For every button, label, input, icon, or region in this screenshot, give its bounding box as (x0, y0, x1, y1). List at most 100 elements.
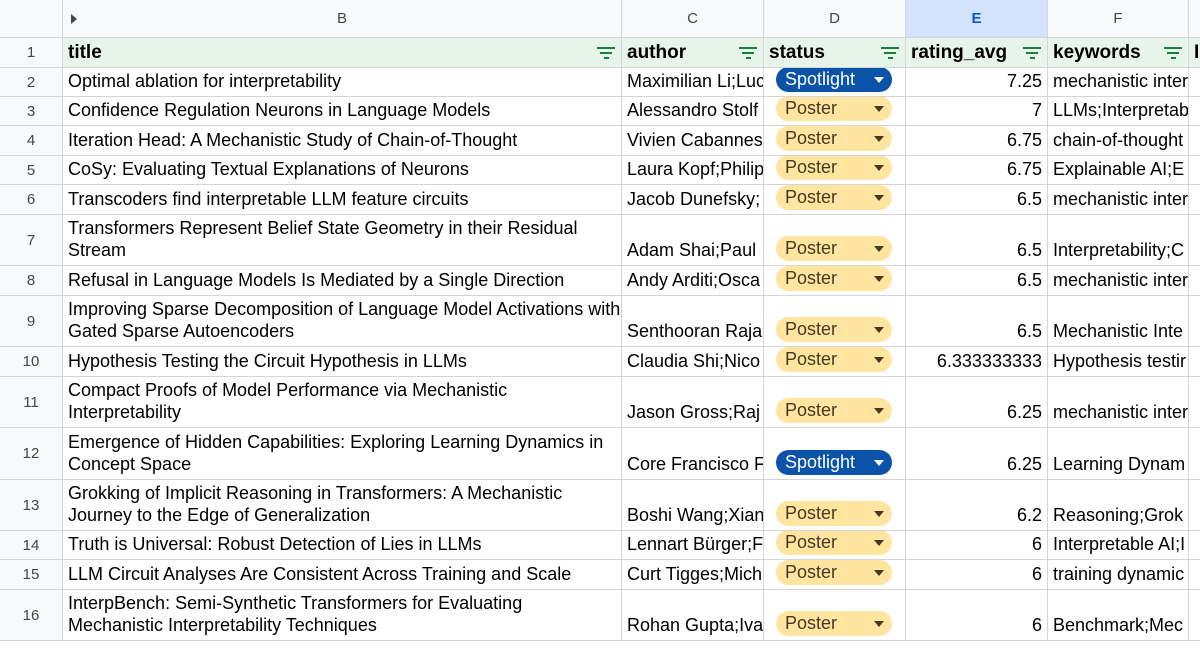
cell-next[interactable] (1189, 428, 1200, 480)
row-header-4[interactable]: 4 (0, 126, 63, 156)
cell-keywords[interactable]: mechanistic inter (1048, 377, 1189, 428)
row-header-10[interactable]: 10 (0, 347, 63, 377)
cell-rating[interactable]: 7.25 (906, 68, 1048, 97)
cell-author[interactable]: Jason Gross;Raj (622, 377, 764, 428)
status-chip[interactable]: Poster (776, 126, 892, 151)
header-cell-status[interactable]: status (764, 38, 906, 68)
cell-title[interactable]: Optimal ablation for interpretability (63, 68, 622, 97)
cell-status[interactable]: Poster (764, 590, 906, 641)
cell-keywords[interactable]: Learning Dynam (1048, 428, 1189, 480)
cell-title[interactable]: Improving Sparse Decomposition of Langua… (63, 296, 622, 347)
row-header-11[interactable]: 11 (0, 377, 63, 428)
row-header-16[interactable]: 16 (0, 590, 63, 641)
cell-title[interactable]: Confidence Regulation Neurons in Languag… (63, 97, 622, 126)
cell-title[interactable]: Grokking of Implicit Reasoning in Transf… (63, 480, 622, 531)
header-cell-keywords[interactable]: keywords (1048, 38, 1189, 68)
status-chip[interactable]: Poster (776, 347, 892, 372)
cell-author[interactable]: Adam Shai;Paul (622, 215, 764, 266)
header-cell-author[interactable]: author (622, 38, 764, 68)
status-chip[interactable]: Poster (776, 560, 892, 585)
cell-author[interactable]: Jacob Dunefsky; (622, 185, 764, 215)
cell-next[interactable] (1189, 347, 1200, 377)
cell-keywords[interactable]: mechanistic inter (1048, 266, 1189, 296)
status-chip[interactable]: Poster (776, 501, 892, 526)
filter-icon[interactable] (597, 46, 615, 59)
cell-author[interactable]: Senthooran Raja (622, 296, 764, 347)
row-header-3[interactable]: 3 (0, 97, 63, 126)
cell-status[interactable]: Poster (764, 266, 906, 296)
cell-keywords[interactable]: Reasoning;Grok (1048, 480, 1189, 531)
cell-rating[interactable]: 6.75 (906, 156, 1048, 185)
cell-title[interactable]: Iteration Head: A Mechanistic Study of C… (63, 126, 622, 156)
cell-next[interactable] (1189, 480, 1200, 531)
cell-author[interactable]: Core Francisco F (622, 428, 764, 480)
cell-author[interactable]: Laura Kopf;Philip (622, 156, 764, 185)
cell-title[interactable]: Truth is Universal: Robust Detection of … (63, 531, 622, 560)
cell-keywords[interactable]: Interpretability;C (1048, 215, 1189, 266)
filter-icon[interactable] (881, 46, 899, 59)
cell-keywords[interactable]: mechanistic interp (1048, 68, 1189, 97)
cell-next[interactable] (1189, 590, 1200, 641)
status-chip[interactable]: Poster (776, 266, 892, 291)
status-chip[interactable]: Poster (776, 398, 892, 423)
cell-author[interactable]: Vivien Cabannes (622, 126, 764, 156)
status-chip[interactable]: Poster (776, 236, 892, 261)
row-header-1[interactable]: 1 (0, 38, 63, 68)
status-chip[interactable]: Spotlight (776, 68, 892, 92)
column-header-f[interactable]: F (1048, 0, 1189, 38)
cell-status[interactable]: Poster (764, 560, 906, 590)
select-all-corner[interactable] (0, 0, 63, 38)
column-header-b[interactable]: B (63, 0, 622, 38)
header-cell-rating[interactable]: rating_avg (906, 38, 1048, 68)
cell-keywords[interactable]: training dynamic (1048, 560, 1189, 590)
cell-author[interactable]: Boshi Wang;Xian (622, 480, 764, 531)
cell-status[interactable]: Poster (764, 347, 906, 377)
cell-title[interactable]: Compact Proofs of Model Performance via … (63, 377, 622, 428)
cell-title[interactable]: Refusal in Language Models Is Mediated b… (63, 266, 622, 296)
cell-next[interactable] (1189, 215, 1200, 266)
cell-title[interactable]: InterpBench: Semi-Synthetic Transformers… (63, 590, 622, 641)
cell-status[interactable]: Poster (764, 531, 906, 560)
cell-author[interactable]: Andy Arditi;Osca (622, 266, 764, 296)
row-header-2[interactable]: 2 (0, 68, 63, 97)
cell-title[interactable]: Emergence of Hidden Capabilities: Explor… (63, 428, 622, 480)
cell-author[interactable]: Maximilian Li;Luc (622, 68, 764, 97)
row-header-6[interactable]: 6 (0, 185, 63, 215)
status-chip[interactable]: Poster (776, 156, 892, 180)
header-cell-next[interactable]: I (1189, 38, 1200, 68)
row-header-7[interactable]: 7 (0, 215, 63, 266)
cell-rating[interactable]: 6.5 (906, 266, 1048, 296)
cell-next[interactable] (1189, 185, 1200, 215)
cell-next[interactable] (1189, 126, 1200, 156)
cell-status[interactable]: Poster (764, 97, 906, 126)
status-chip[interactable]: Spotlight (776, 450, 892, 475)
cell-next[interactable] (1189, 68, 1200, 97)
cell-rating[interactable]: 6 (906, 590, 1048, 641)
row-header-5[interactable]: 5 (0, 156, 63, 185)
cell-next[interactable] (1189, 266, 1200, 296)
cell-rating[interactable]: 6 (906, 560, 1048, 590)
cell-next[interactable] (1189, 97, 1200, 126)
row-header-8[interactable]: 8 (0, 266, 63, 296)
filter-icon[interactable] (1164, 46, 1182, 59)
status-chip[interactable]: Poster (776, 317, 892, 342)
cell-rating[interactable]: 7 (906, 97, 1048, 126)
cell-status[interactable]: Poster (764, 480, 906, 531)
cell-status[interactable]: Spotlight (764, 428, 906, 480)
cell-keywords[interactable]: Mechanistic Inte (1048, 296, 1189, 347)
cell-next[interactable] (1189, 560, 1200, 590)
cell-keywords[interactable]: Explainable AI;E (1048, 156, 1189, 185)
cell-keywords[interactable]: Benchmark;Mec (1048, 590, 1189, 641)
cell-rating[interactable]: 6.25 (906, 428, 1048, 480)
cell-next[interactable] (1189, 156, 1200, 185)
cell-title[interactable]: Hypothesis Testing the Circuit Hypothesi… (63, 347, 622, 377)
cell-rating[interactable]: 6 (906, 531, 1048, 560)
cell-title[interactable]: Transformers Represent Belief State Geom… (63, 215, 622, 266)
status-chip[interactable]: Poster (776, 97, 892, 121)
column-header-c[interactable]: C (622, 0, 764, 38)
expand-arrow-icon[interactable] (71, 14, 77, 24)
header-cell-title[interactable]: title (63, 38, 622, 68)
cell-status[interactable]: Poster (764, 215, 906, 266)
cell-status[interactable]: Poster (764, 126, 906, 156)
cell-rating[interactable]: 6.5 (906, 185, 1048, 215)
